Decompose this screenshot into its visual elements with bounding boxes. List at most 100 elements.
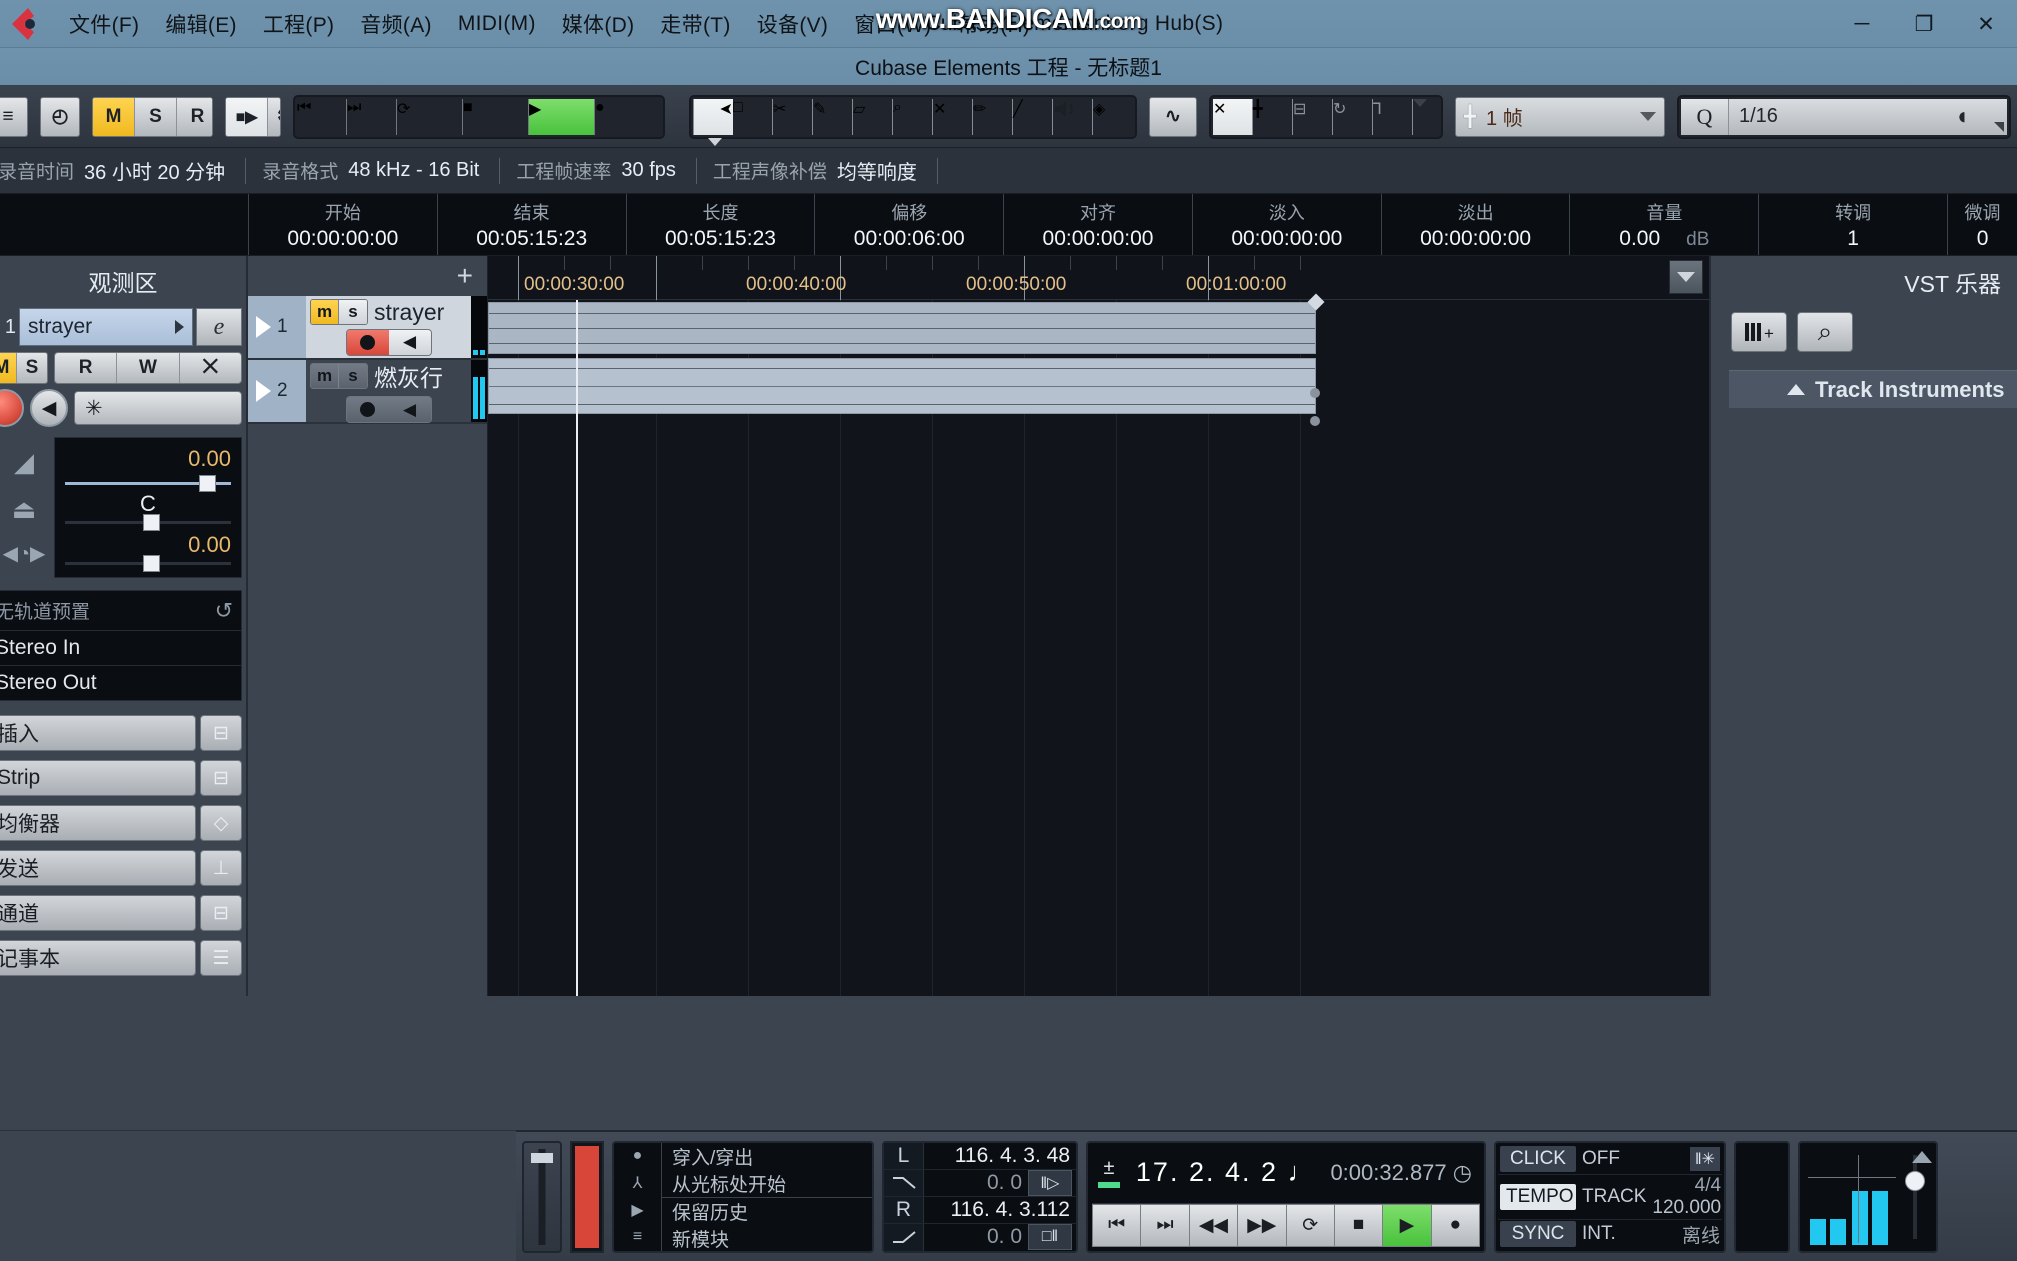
inspector-pan-slider[interactable] — [65, 514, 231, 531]
position-primary-value[interactable]: 17. 2. 4. 2 ♩ — [1122, 1157, 1330, 1188]
mute-tool-icon[interactable]: ✕ — [933, 98, 973, 135]
track-record-enable-icon[interactable] — [346, 397, 389, 422]
read-automation-button[interactable]: R — [177, 97, 213, 136]
track-monitor-icon[interactable]: ◀ — [388, 397, 431, 422]
transport-to-start-button[interactable]: ⏮ — [1092, 1203, 1141, 1247]
info-volume[interactable]: 音量 0.00 dB — [1569, 194, 1758, 255]
quantize-apply-icon[interactable]: ◖ — [1955, 103, 1970, 131]
add-track-icon[interactable]: + — [457, 260, 473, 292]
cycle-icon[interactable]: ⟳ — [397, 98, 463, 135]
solo-button[interactable]: S — [135, 97, 177, 136]
info-fadeout[interactable]: 淡出 00:00:00:00 — [1380, 194, 1570, 255]
glue-tool-icon[interactable]: ✎ — [813, 98, 853, 135]
snap-filter-icon[interactable]: ⅂ — [1373, 98, 1413, 135]
menu-edit[interactable]: 编辑(E) — [152, 3, 250, 45]
performance-thumb[interactable] — [531, 1152, 553, 1163]
menu-midi[interactable]: MIDI(M) — [445, 6, 549, 42]
stop-icon[interactable]: ■ — [463, 98, 529, 135]
ruler-dropdown-icon[interactable] — [1669, 260, 1703, 294]
track-body[interactable]: m s strayer ◀ — [306, 296, 471, 358]
start-at-cursor-icon[interactable]: ⅄ — [614, 1170, 661, 1197]
right-locator-sub-row[interactable]: 0. 0 □‖ — [884, 1224, 1076, 1251]
inspector-section-strip[interactable]: Strip ⊟ — [0, 760, 246, 796]
inspector-section-channel[interactable]: 通道 ⊟ — [0, 895, 246, 931]
pan-knob[interactable] — [143, 514, 161, 531]
inserts-icon[interactable]: ⊟ — [200, 715, 242, 751]
sync-row[interactable]: SYNC INT. 离线 — [1498, 1220, 1722, 1249]
info-offset[interactable]: 偏移 00:00:06:00 — [814, 194, 1003, 255]
new-block-icon[interactable]: ≡ — [614, 1224, 661, 1251]
left-locator-sub-row[interactable]: 0. 0 ‖▷ — [884, 1169, 1076, 1197]
master-expand-icon[interactable] — [1912, 1150, 1932, 1163]
punch-out-icon[interactable]: □‖ — [1028, 1224, 1072, 1251]
track-handle[interactable]: 2 — [248, 360, 306, 422]
tempo-tag[interactable]: TEMPO — [1500, 1183, 1576, 1210]
play-tool-icon[interactable] — [1053, 98, 1093, 135]
track-instruments-row[interactable]: Track Instruments — [1729, 370, 2017, 408]
punch-in-icon[interactable]: ‖▷ — [1028, 1169, 1072, 1196]
right-locator-row[interactable]: R 116. 4. 3.112 — [884, 1197, 1076, 1225]
tempo-adjust-icon[interactable]: ± — [1096, 1157, 1122, 1188]
to-start-icon[interactable]: ⏮ — [297, 98, 347, 135]
track-solo-button[interactable]: s — [339, 300, 367, 324]
inspector-read-button[interactable]: R — [55, 353, 118, 383]
menu-audio[interactable]: 音频(A) — [347, 3, 445, 45]
inspector-volume-slider[interactable] — [65, 475, 231, 492]
equalizer-icon[interactable]: ◇ — [200, 805, 242, 841]
notepad-icon[interactable]: ☰ — [200, 940, 242, 976]
inspector-delay-slider[interactable] — [65, 555, 231, 572]
eraser-tool-icon[interactable]: ▱ — [853, 98, 893, 135]
play-icon[interactable]: ▶ — [529, 98, 595, 135]
menu-devices[interactable]: 设备(V) — [744, 3, 842, 45]
zoom-tool-icon[interactable]: ⌕ — [893, 98, 933, 135]
mute-button[interactable]: M — [93, 97, 135, 136]
record-icon[interactable]: ● — [595, 99, 661, 135]
history-icon[interactable]: ◴ — [40, 96, 80, 137]
inspector-auto-icon[interactable]: ⨉ — [180, 353, 241, 383]
track-mute-button[interactable]: m — [311, 300, 339, 324]
track-handle[interactable]: 1 — [248, 296, 306, 358]
inspector-mute-button[interactable]: M — [0, 353, 17, 383]
audio-event[interactable] — [488, 358, 1316, 414]
quantize-value[interactable]: 1/16 ◖ — [1729, 98, 1979, 135]
search-icon[interactable]: ⌕ — [1797, 312, 1853, 352]
inspector-output-routing[interactable]: Stereo Out — [0, 666, 241, 700]
edit-channel-button[interactable]: e — [196, 308, 242, 346]
minimize-button[interactable]: ─ — [1831, 0, 1893, 48]
info-length[interactable]: 长度 00:05:15:23 — [625, 194, 815, 255]
punch-inout-icon[interactable]: ● — [614, 1143, 661, 1170]
menu-project[interactable]: 工程(P) — [250, 3, 348, 45]
transport-record-button[interactable]: ● — [1430, 1203, 1480, 1247]
tempo-row[interactable]: TEMPO TRACK 4/4 120.000 — [1498, 1175, 1722, 1220]
maximize-button[interactable]: ❐ — [1893, 0, 1955, 48]
timeline-ruler[interactable]: 00:00:30:00 00:00:40:00 00:00:50:00 00:0… — [488, 256, 1709, 300]
inspector-section-notepad[interactable]: 记事本 ☰ — [0, 940, 246, 976]
snap-dropdown-icon[interactable] — [1413, 98, 1439, 135]
info-finetune[interactable]: 微调 0 — [1947, 194, 2017, 255]
transport-cycle-button[interactable]: ⟳ — [1285, 1203, 1334, 1247]
keep-history-icon[interactable]: ▶ — [614, 1197, 661, 1224]
arrange-lanes[interactable] — [488, 293, 1709, 996]
scissors-tool-icon[interactable]: ✂ — [773, 98, 813, 135]
close-button[interactable]: ✕ — [1955, 0, 2017, 48]
color-tool-icon[interactable]: ◈ — [1093, 99, 1133, 135]
sync-tag[interactable]: SYNC — [1500, 1221, 1576, 1247]
position-display[interactable]: ± 17. 2. 4. 2 ♩ 0:00:32.877 ◷ — [1088, 1143, 1484, 1203]
metronome-icon[interactable]: ‖✳ — [1689, 1147, 1720, 1171]
click-tag[interactable]: CLICK — [1500, 1146, 1576, 1172]
start-at-cursor-label[interactable]: 从光标处开始 — [662, 1170, 872, 1198]
track-monitor-icon[interactable]: ◀ — [388, 329, 431, 355]
track-row[interactable]: 1 m s strayer ◀ — [248, 296, 487, 360]
audio-event[interactable] — [488, 302, 1316, 354]
inspector-section-sends[interactable]: 发送 ⊥ — [0, 850, 246, 886]
inspector-preset-header[interactable]: 无轨道预置 ↺ — [0, 591, 241, 631]
playhead[interactable] — [576, 300, 578, 996]
track-body[interactable]: m s 燃灰行 ◀ — [306, 360, 471, 423]
strip-icon[interactable]: ⊟ — [200, 760, 242, 796]
inspector-track-name-field[interactable]: strayer — [19, 308, 193, 346]
menu-media[interactable]: 媒体(D) — [549, 3, 648, 45]
inspector-solo-button[interactable]: S — [17, 353, 47, 383]
menu-file[interactable]: 文件(F) — [56, 3, 152, 45]
range-tool-icon[interactable]: □ — [733, 98, 773, 135]
quantize-box-icon[interactable]: ⊟ — [1293, 98, 1333, 135]
